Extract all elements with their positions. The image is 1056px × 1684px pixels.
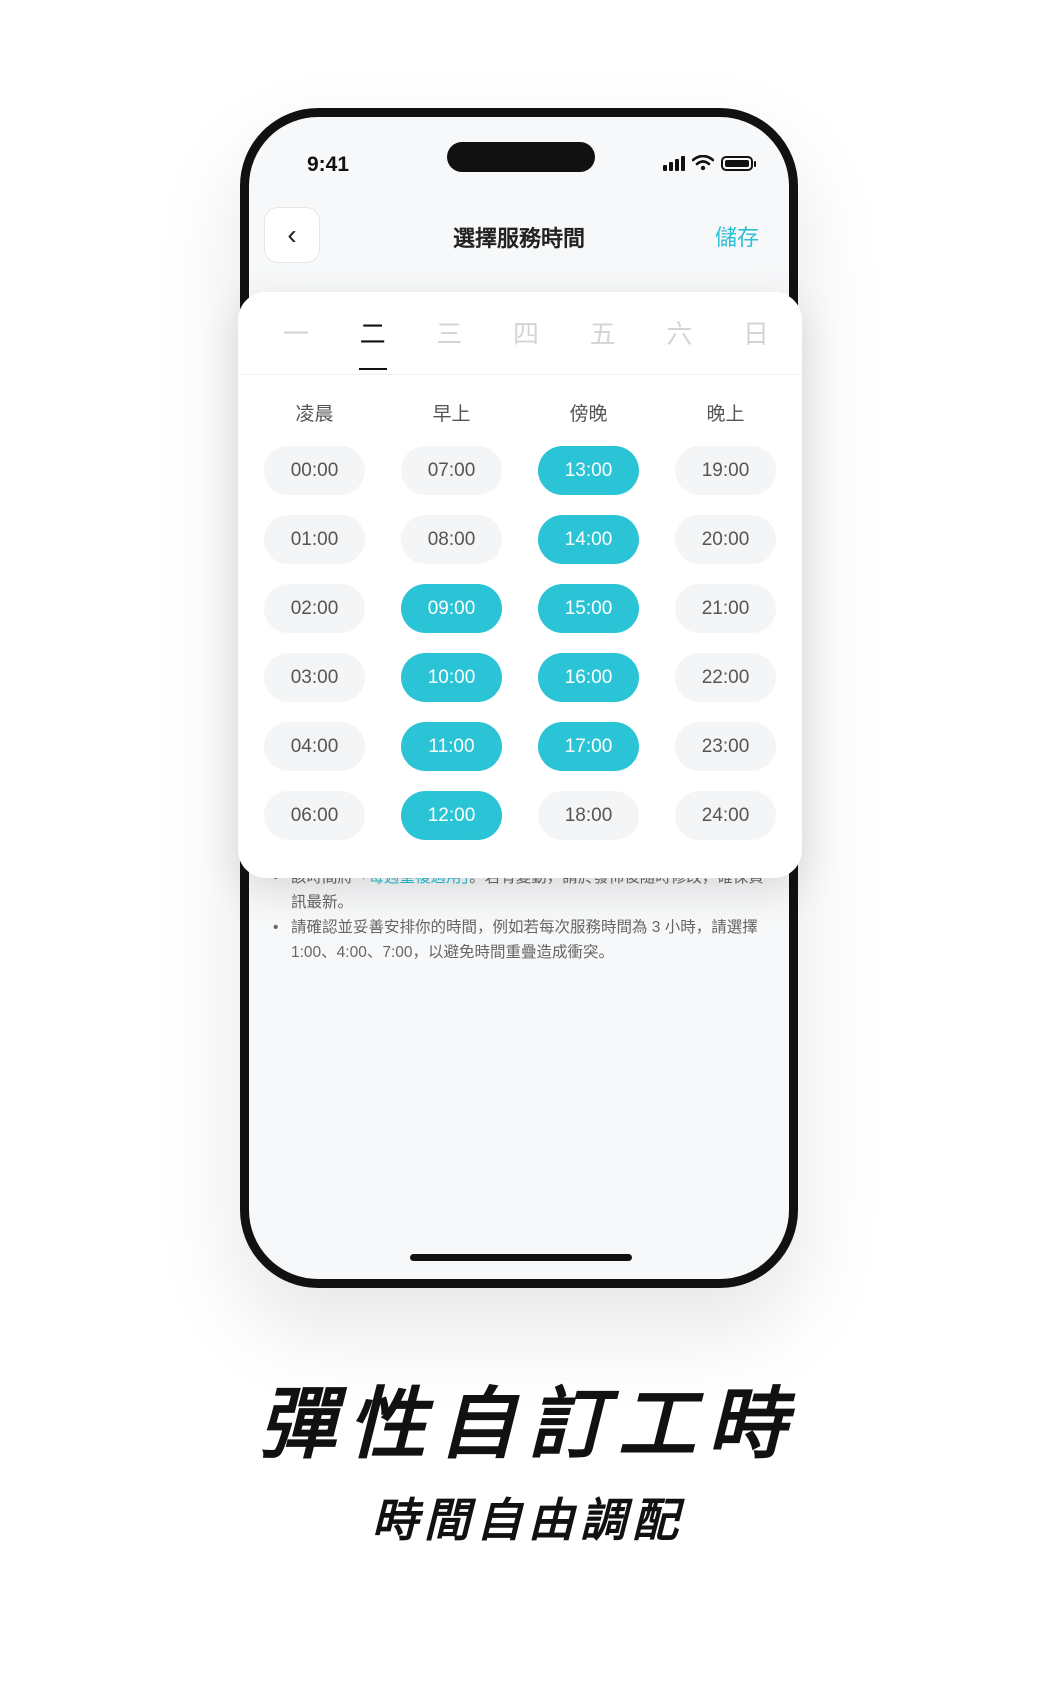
time-slot-selected[interactable]: 09:00 [401,584,502,633]
time-slot-selected[interactable]: 12:00 [401,791,502,840]
time-slot[interactable]: 03:00 [264,653,365,702]
notes: 該時間將「每週重複適用」。若有變動，請於發佈後隨時修改，確保資訊最新。 請確認並… [273,865,769,965]
status-icons [663,155,756,171]
home-indicator [410,1254,632,1261]
time-slot[interactable]: 20:00 [675,515,776,564]
period-column: 晚上 19:00 20:00 21:00 22:00 23:00 24:00 [675,400,776,860]
time-slot[interactable]: 00:00 [264,446,365,495]
headline: 彈性自訂工時 [257,1380,798,1468]
time-slot-selected[interactable]: 14:00 [538,515,639,564]
page-title: 選擇服務時間 [452,226,585,251]
period-column: 凌晨 00:00 01:00 02:00 03:00 04:00 06:00 [264,400,365,860]
day-tab-2[interactable]: 二 [343,314,403,370]
day-tab-1[interactable]: 一 [266,314,326,370]
time-slot[interactable]: 18:00 [538,791,639,840]
time-slot[interactable]: 23:00 [675,722,776,771]
period-label: 晚上 [706,404,745,425]
period-column: 傍晚 13:00 14:00 15:00 16:00 17:00 18:00 [538,400,639,860]
time-slot-selected[interactable]: 10:00 [401,653,502,702]
subline: 時間自由調配 [372,1494,684,1546]
wifi-icon [692,155,714,171]
dynamic-island [447,142,595,172]
note-schedule: 請確認並妥善安排你的時間，例如若每次服務時間為 3 小時，請選擇 1:00、4:… [273,915,769,965]
day-tab-6[interactable]: 六 [649,314,709,370]
time-slot[interactable]: 19:00 [675,446,776,495]
time-slot-selected[interactable]: 17:00 [538,722,639,771]
period-label: 傍晚 [569,404,608,425]
day-tabs: 一二三四五六日 [266,314,786,370]
period-column: 早上 07:00 08:00 09:00 10:00 11:00 12:00 [401,400,502,860]
save-button[interactable]: 儲存 [715,220,759,252]
time-slot[interactable]: 08:00 [401,515,502,564]
day-tab-3[interactable]: 三 [419,314,479,370]
time-slot[interactable]: 04:00 [264,722,365,771]
time-slot[interactable]: 07:00 [401,446,502,495]
day-tab-7[interactable]: 日 [726,314,786,370]
time-slot[interactable]: 02:00 [264,584,365,633]
signal-icon [663,155,685,171]
time-slot[interactable]: 01:00 [264,515,365,564]
day-tab-4[interactable]: 四 [496,314,556,370]
time-slot-selected[interactable]: 16:00 [538,653,639,702]
status-time: 9:41 [307,153,350,176]
period-label: 早上 [432,404,471,425]
time-slot-selected[interactable]: 11:00 [401,722,502,771]
nav-bar: ‹ 選擇服務時間 儲存 [249,207,789,267]
day-tab-5[interactable]: 五 [573,314,633,370]
time-slot[interactable]: 24:00 [675,791,776,840]
time-slot-selected[interactable]: 15:00 [538,584,639,633]
status-bar: 9:41 [249,117,789,197]
time-columns: 凌晨 00:00 01:00 02:00 03:00 04:00 06:00 早上 07:00 0… [264,400,776,860]
battery-icon [721,155,756,171]
period-label: 凌晨 [295,404,334,425]
time-slot-selected[interactable]: 13:00 [538,446,639,495]
tab-divider [238,374,802,375]
time-slot[interactable]: 06:00 [264,791,365,840]
time-picker-card: 一二三四五六日 凌晨 00:00 01:00 02:00 03:00 04:00 06:00… [238,292,802,878]
time-slot[interactable]: 21:00 [675,584,776,633]
time-slot[interactable]: 22:00 [675,653,776,702]
